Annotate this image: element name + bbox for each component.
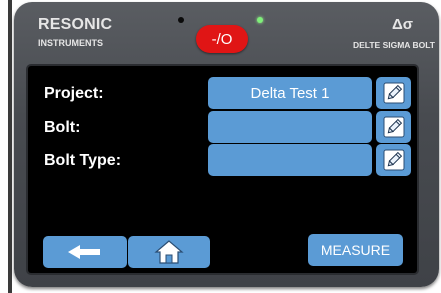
power-button[interactable]: -/O (196, 25, 248, 53)
project-field[interactable]: Delta Test 1 (208, 77, 372, 109)
project-label: Project: (44, 85, 104, 102)
arrow-left-icon (68, 245, 100, 259)
edit-project-button[interactable] (376, 77, 411, 109)
status-led-off (178, 17, 184, 23)
edit-bolt-type-button[interactable] (376, 144, 411, 176)
pencil-icon (383, 82, 404, 104)
model-symbol: Δσ (391, 16, 413, 33)
home-icon (154, 240, 184, 264)
left-edge-strip (8, 0, 12, 293)
bolt-type-field[interactable] (208, 144, 372, 176)
pencil-icon (383, 116, 404, 138)
bolt-label: Bolt: (44, 119, 81, 136)
measure-button[interactable]: MEASURE (308, 234, 403, 266)
bolt-field[interactable] (208, 111, 372, 143)
brand-subtitle: INSTRUMENTS (38, 38, 103, 48)
model-name: DELTE SIGMA BOLT (352, 40, 435, 50)
brand-name: RESONIC (38, 16, 113, 33)
status-led-on (257, 17, 263, 23)
back-button[interactable] (43, 236, 127, 268)
pencil-icon (383, 149, 404, 171)
home-button[interactable] (128, 236, 210, 268)
bolt-type-label: Bolt Type: (44, 152, 122, 169)
edit-bolt-button[interactable] (376, 111, 411, 143)
